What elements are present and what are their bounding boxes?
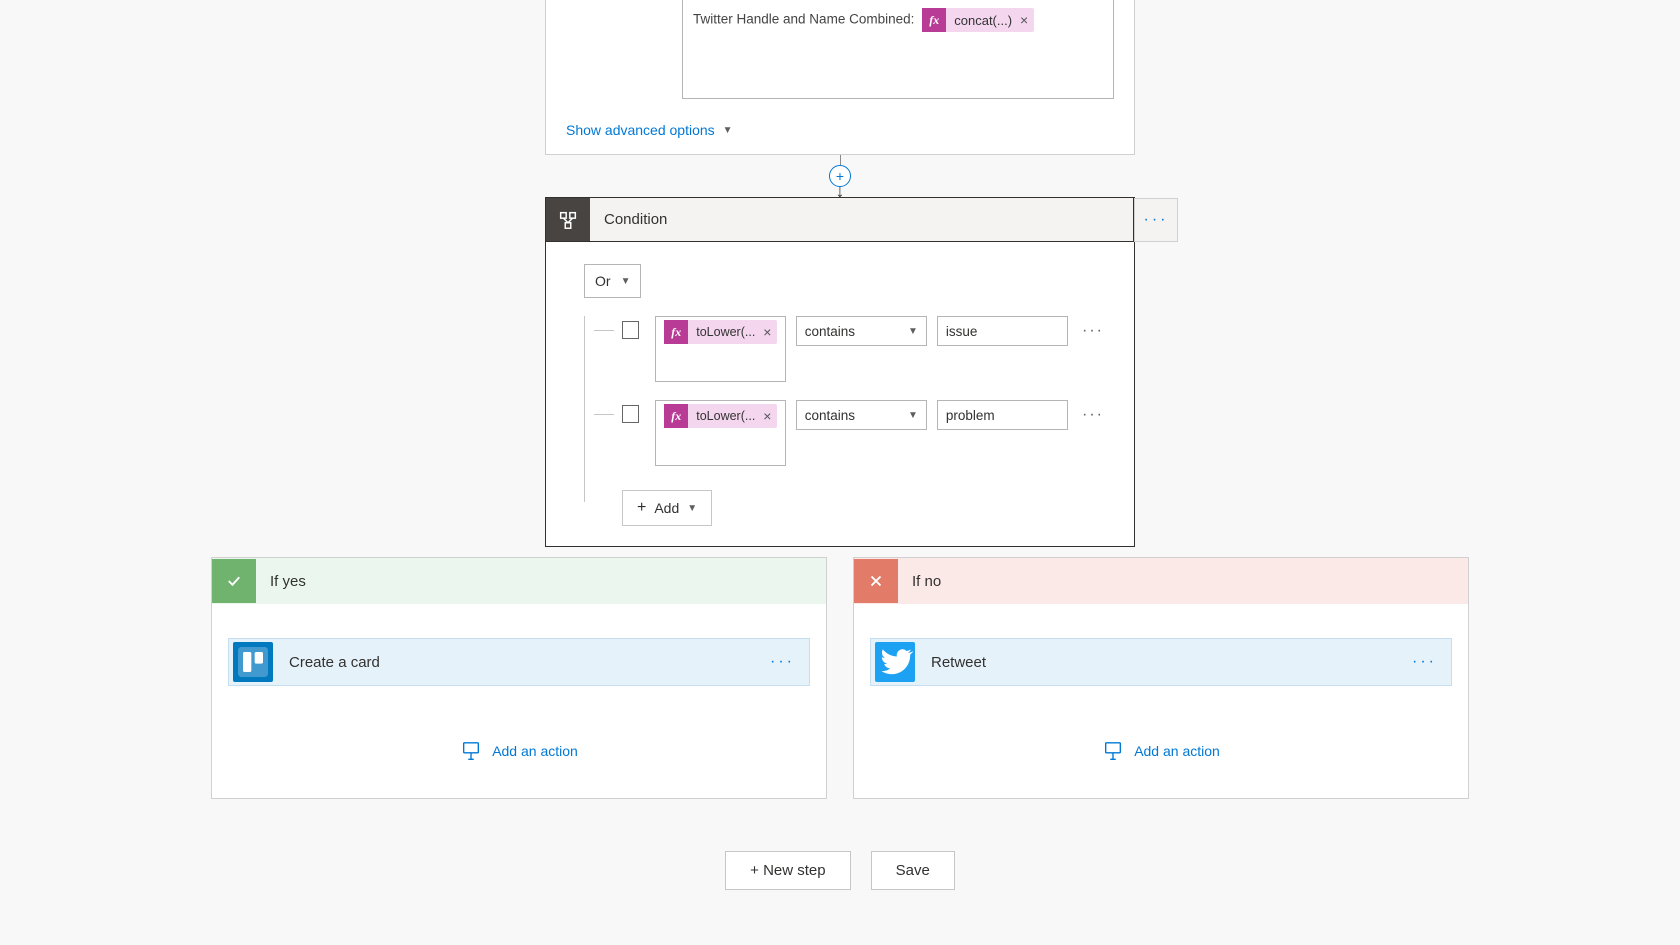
condition-menu-button[interactable]: ··· — [1134, 198, 1178, 242]
branch-header-no: If no — [854, 558, 1468, 604]
row-menu-button[interactable]: ··· — [1082, 406, 1104, 424]
connector: + ↓ — [829, 155, 851, 197]
chevron-down-icon: ▼ — [908, 410, 918, 421]
action-label: Retweet — [931, 654, 986, 671]
row-menu-button[interactable]: ··· — [1082, 322, 1104, 340]
branch-header-yes: If yes — [212, 558, 826, 604]
value-input[interactable]: problem — [937, 400, 1068, 430]
chevron-down-icon: ▼ — [621, 276, 631, 287]
condition-card: Condition ··· Or ▼ fx toLower(... — [545, 197, 1135, 547]
branches-container: If yes Create a card ··· Add an action — [211, 557, 1469, 799]
operator-select[interactable]: contains ▼ — [796, 400, 927, 430]
chevron-down-icon: ▼ — [908, 326, 918, 337]
new-step-button[interactable]: + New step — [725, 851, 850, 890]
show-advanced-options-link[interactable]: Show advanced options ▼ — [566, 122, 1114, 138]
condition-icon — [546, 198, 590, 241]
trello-icon — [233, 642, 273, 682]
chevron-down-icon: ▼ — [723, 125, 733, 136]
add-condition-button[interactable]: + Add ▼ — [622, 490, 712, 526]
fx-pill-tolower[interactable]: fx toLower(... × — [664, 404, 777, 428]
value-input[interactable]: issue — [937, 316, 1068, 346]
remove-token-icon[interactable]: × — [1020, 12, 1034, 28]
condition-row: fx toLower(... × contains ▼ problem ··· — [594, 400, 1104, 466]
condition-title[interactable]: Condition — [590, 198, 1134, 241]
twitter-icon — [875, 642, 915, 682]
add-action-icon — [460, 740, 482, 762]
flow-canvas: Twitter Handle and Name Combined: fx con… — [0, 0, 1680, 920]
condition-body: Or ▼ fx toLower(... × — [546, 242, 1134, 546]
group-operator-select[interactable]: Or ▼ — [584, 264, 641, 298]
footer-buttons: + New step Save — [725, 851, 955, 890]
action-retweet[interactable]: Retweet ··· — [870, 638, 1452, 686]
condition-header[interactable]: Condition — [546, 198, 1134, 242]
if-yes-branch: If yes Create a card ··· Add an action — [211, 557, 827, 799]
condition-row: fx toLower(... × contains ▼ issue ··· — [594, 316, 1104, 382]
check-icon — [212, 559, 256, 603]
fx-icon: fx — [664, 404, 688, 428]
action-create-card[interactable]: Create a card ··· — [228, 638, 810, 686]
close-icon — [854, 559, 898, 603]
plus-icon: + — [637, 499, 646, 517]
action-label: Create a card — [289, 654, 380, 671]
expression-input[interactable]: fx toLower(... × — [655, 316, 786, 382]
save-button[interactable]: Save — [871, 851, 955, 890]
action-menu-button[interactable]: ··· — [1412, 653, 1437, 671]
add-action-link[interactable]: Add an action — [854, 740, 1468, 762]
previous-action-card: Twitter Handle and Name Combined: fx con… — [545, 0, 1135, 155]
expression-input[interactable]: fx toLower(... × — [655, 400, 786, 466]
remove-token-icon[interactable]: × — [763, 408, 777, 424]
fx-icon: fx — [664, 320, 688, 344]
fx-pill-tolower[interactable]: fx toLower(... × — [664, 320, 777, 344]
compose-textarea[interactable]: Twitter Handle and Name Combined: fx con… — [682, 0, 1114, 99]
operator-select[interactable]: contains ▼ — [796, 316, 927, 346]
row-checkbox[interactable] — [622, 405, 639, 423]
fx-pill-concat[interactable]: fx concat(...) × — [922, 8, 1034, 32]
compose-label: Twitter Handle and Name Combined: — [693, 12, 914, 27]
add-action-link[interactable]: Add an action — [212, 740, 826, 762]
if-no-branch: If no Retweet ··· Add an action — [853, 557, 1469, 799]
chevron-down-icon: ▼ — [687, 503, 697, 514]
add-action-icon — [1102, 740, 1124, 762]
remove-token-icon[interactable]: × — [763, 324, 777, 340]
action-menu-button[interactable]: ··· — [770, 653, 795, 671]
fx-icon: fx — [922, 8, 946, 32]
arrow-down-icon: ↓ — [836, 185, 845, 197]
row-checkbox[interactable] — [622, 321, 639, 339]
